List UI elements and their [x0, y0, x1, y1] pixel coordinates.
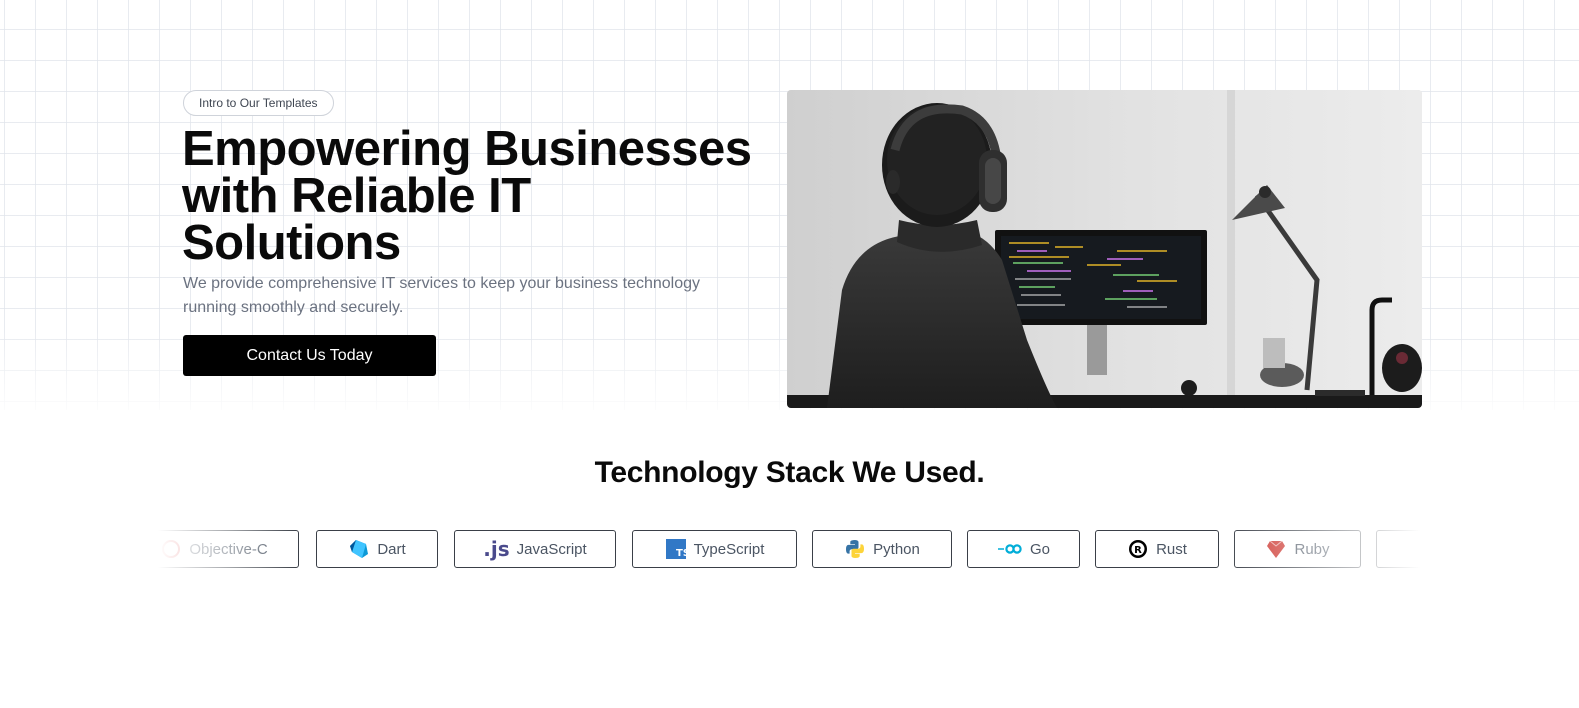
- tech-item-ruby[interactable]: Ruby: [1234, 530, 1361, 568]
- headline-line-3: Solutions: [182, 216, 401, 270]
- go-icon: [997, 538, 1023, 560]
- dart-icon: [348, 538, 370, 560]
- rust-icon: R: [1127, 538, 1149, 560]
- tech-stack-carousel: Objective-C Dart .js JavaScript TS TypeS…: [158, 528, 1420, 572]
- headline-line-2: with Reliable IT: [182, 169, 531, 223]
- python-icon: [844, 538, 866, 560]
- tech-item-python[interactable]: Python: [812, 530, 952, 568]
- hero-section: Intro to Our Templates Empowering Busine…: [0, 0, 1579, 410]
- tech-item-go[interactable]: Go: [967, 530, 1080, 568]
- hero-image: [787, 90, 1422, 408]
- tech-item-label: Ruby: [1294, 540, 1330, 558]
- tech-item-label: Go: [1029, 540, 1050, 558]
- objective-c-icon: [160, 538, 182, 560]
- ruby-icon: [1265, 538, 1287, 560]
- tech-item-objective-c[interactable]: Objective-C: [158, 530, 299, 568]
- tech-item-label: Rust: [1156, 540, 1187, 558]
- tech-item-label: Objective-C: [189, 540, 268, 558]
- tech-item-dart[interactable]: Dart: [316, 530, 438, 568]
- tech-item-label: TypeScript: [693, 540, 765, 558]
- svg-text:TS: TS: [676, 548, 686, 559]
- tech-item-partial[interactable]: [1376, 530, 1420, 568]
- contact-us-button[interactable]: Contact Us Today: [183, 335, 436, 376]
- javascript-icon: .js: [483, 537, 510, 561]
- tech-stack-title: Technology Stack We Used.: [594, 456, 985, 489]
- svg-text:R: R: [1134, 545, 1142, 556]
- typescript-icon: TS: [665, 538, 687, 560]
- tech-item-javascript[interactable]: .js JavaScript: [454, 530, 616, 568]
- tech-item-rust[interactable]: R Rust: [1095, 530, 1219, 568]
- tech-item-label: Dart: [377, 540, 406, 558]
- headline-line-1: Empowering Businesses: [182, 122, 752, 176]
- page: Intro to Our Templates Empowering Busine…: [0, 0, 1579, 708]
- tech-item-typescript[interactable]: TS TypeScript: [632, 530, 797, 568]
- intro-badge: Intro to Our Templates: [183, 90, 334, 116]
- hero-headline: Empowering Businesses with Reliable IT S…: [182, 122, 782, 270]
- tech-item-label: JavaScript: [516, 540, 587, 558]
- tech-item-label: Python: [873, 540, 920, 558]
- hero-subtext: We provide comprehensive IT services to …: [183, 275, 701, 316]
